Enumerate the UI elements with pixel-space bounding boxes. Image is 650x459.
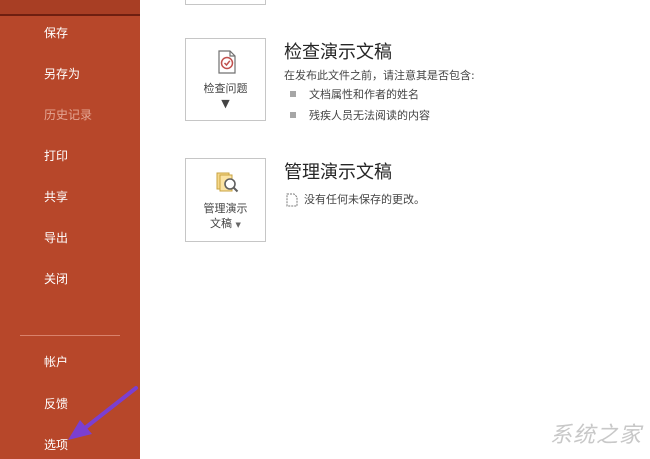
nav-close[interactable]: 关闭	[44, 271, 68, 287]
bullet-icon	[290, 112, 296, 118]
manage-label-text: 文稿	[210, 217, 233, 230]
manage-label-line1: 管理演示	[203, 202, 248, 215]
manage-status-text: 没有任何未保存的更改。	[304, 193, 425, 206]
inspect-bullet: 残疾人员无法阅读的内容	[290, 107, 430, 123]
chevron-down-icon: ▼	[235, 221, 241, 229]
nav-feedback[interactable]: 反馈	[44, 396, 68, 412]
inspect-title: 检查演示文稿	[284, 42, 392, 63]
bullet-text: 文档属性和作者的姓名	[309, 88, 419, 101]
manage-title: 管理演示文稿	[284, 162, 392, 183]
watermark: 系统之家	[549, 423, 642, 448]
bullet-text: 残疾人员无法阅读的内容	[309, 109, 430, 122]
bullet-icon	[290, 91, 296, 97]
nav-print[interactable]: 打印	[44, 148, 68, 164]
nav-share[interactable]: 共享	[44, 189, 68, 205]
document-dashed-icon	[286, 193, 298, 207]
inspect-issues-button[interactable]: 检查问题 ▼	[185, 38, 266, 121]
nav-history: 历史记录	[44, 108, 93, 122]
backstage-sidebar: 保存 另存为 历史记录 打印 共享 导出 关闭 帐户 反馈 选项	[0, 0, 140, 459]
chevron-down-icon: ▼	[221, 97, 230, 110]
manage-status: 没有任何未保存的更改。	[286, 191, 425, 207]
sidebar-divider	[20, 335, 120, 336]
nav-save[interactable]: 保存	[44, 25, 68, 41]
manage-presentation-button[interactable]: 管理演示 文稿 ▼	[185, 158, 266, 242]
previous-section-button[interactable]	[185, 0, 266, 5]
nav-account[interactable]: 帐户	[44, 354, 68, 370]
manage-documents-icon	[216, 172, 239, 193]
inspect-issues-label: 检查问题	[203, 82, 248, 95]
nav-export[interactable]: 导出	[44, 230, 68, 246]
manage-label-line2: 文稿 ▼	[186, 217, 265, 232]
inspect-description: 在发布此文件之前，请注意其是否包含:	[284, 69, 475, 82]
inspect-bullet: 文档属性和作者的姓名	[290, 86, 419, 102]
sidebar-top-strip	[0, 0, 140, 16]
document-check-icon	[218, 50, 236, 74]
nav-options[interactable]: 选项	[44, 437, 68, 453]
nav-save-as[interactable]: 另存为	[44, 66, 80, 82]
